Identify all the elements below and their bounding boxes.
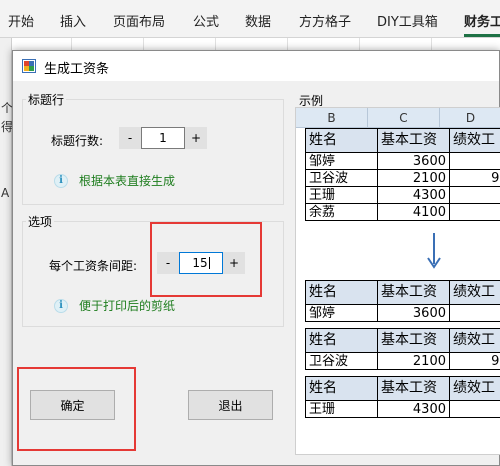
header-cell: 绩效工 [449, 128, 500, 153]
performance-cell: 9 [449, 400, 500, 418]
ribbon-tab-home[interactable]: 开始 [8, 11, 34, 30]
arrow-down-icon [427, 233, 441, 269]
table-header-row: 姓名 基本工资 绩效工 [305, 376, 500, 401]
name-cell: 邹婷 [305, 304, 378, 322]
base-salary-cell: 3600 [377, 304, 450, 322]
ribbon-tab-fangfang[interactable]: 方方格子 [299, 11, 351, 30]
name-cell: 王珊 [305, 400, 378, 418]
example-payslip: 姓名 基本工资 绩效工 邹婷 3600 5 [305, 280, 500, 322]
name-cell: 余荔 [305, 203, 378, 221]
header-cell: 姓名 [305, 128, 378, 153]
excel-ribbon-tabs: 开始 插入 页面布局 公式 数据 方方格子 DIY工具箱 财务工 [0, 0, 500, 38]
base-salary-cell: 2100 [377, 169, 450, 187]
ribbon-tab-formulas[interactable]: 公式 [193, 11, 219, 30]
example-payslip: 姓名 基本工资 绩效工 王珊 4300 9 [305, 376, 500, 418]
table-header-row: 姓名 基本工资 绩效工 [305, 280, 500, 305]
example-source-table: 姓名 基本工资 绩效工 邹婷 3600 5 卫谷波 2100 974 王珊 43… [305, 128, 500, 221]
highlight-box-confirm [17, 367, 136, 451]
dialog-titlebar[interactable]: 生成工资条 [13, 51, 499, 81]
table-row: 余荔 4100 6 [305, 203, 500, 221]
performance-cell: 6 [449, 203, 500, 221]
spacing-hint: i 便于打印后的剪纸 [54, 297, 175, 314]
table-header-row: 姓名 基本工资 绩效工 [305, 128, 500, 153]
title-rows-input[interactable]: 1 [141, 127, 185, 149]
dialog-title: 生成工资条 [44, 62, 110, 77]
header-cell: 姓名 [305, 376, 378, 401]
info-icon: i [54, 298, 68, 313]
performance-cell: 5 [449, 304, 500, 322]
title-rows-stepper: - 1 + [119, 127, 207, 149]
title-rows-hint: i 根据本表直接生成 [54, 172, 175, 189]
ribbon-tab-page-layout[interactable]: 页面布局 [113, 11, 165, 30]
performance-cell: 5 [449, 152, 500, 170]
generate-payslip-dialog: 生成工资条 标题行 标题行数: - 1 + i 根据本表直接生成 选项 每个工资… [12, 50, 500, 466]
ribbon-tab-finance[interactable]: 财务工 [464, 11, 500, 30]
options-legend: 选项 [28, 215, 53, 229]
info-icon: i [54, 173, 68, 188]
header-cell: 绩效工 [449, 280, 500, 305]
name-cell: 卫谷波 [305, 169, 378, 187]
title-rows-increment-button[interactable]: + [185, 127, 207, 149]
active-tab-indicator [464, 34, 500, 37]
name-cell: 卫谷波 [305, 352, 378, 370]
column-header: B [296, 108, 368, 128]
base-salary-cell: 4100 [377, 203, 450, 221]
table-row: 王珊 4300 9 [305, 400, 500, 418]
performance-cell: 9 [449, 186, 500, 204]
column-header: D [440, 108, 500, 128]
background-column-label: A [1, 186, 10, 200]
base-salary-cell: 2100 [377, 352, 450, 370]
base-salary-cell: 4300 [377, 186, 450, 204]
performance-cell: 974 [449, 169, 500, 187]
header-cell: 姓名 [305, 280, 378, 305]
exit-button[interactable]: 退出 [188, 390, 273, 420]
base-salary-cell: 4300 [377, 400, 450, 418]
header-cell: 基本工资 [377, 328, 450, 353]
ribbon-tab-diy-toolbox[interactable]: DIY工具箱 [377, 11, 438, 30]
name-cell: 邹婷 [305, 152, 378, 170]
column-header: C [368, 108, 440, 128]
table-header-row: 姓名 基本工资 绩效工 [305, 328, 500, 353]
base-salary-cell: 3600 [377, 152, 450, 170]
header-cell: 绩效工 [449, 376, 500, 401]
highlight-box-spacing [150, 222, 262, 297]
spacing-label: 每个工资条间距: [49, 259, 138, 273]
table-row: 王珊 4300 9 [305, 186, 500, 204]
table-row: 邹婷 3600 5 [305, 152, 500, 170]
header-cell: 绩效工 [449, 328, 500, 353]
title-rows-legend: 标题行 [28, 93, 65, 107]
header-cell: 姓名 [305, 328, 378, 353]
header-cell: 基本工资 [377, 280, 450, 305]
table-row: 卫谷波 2100 974 [305, 352, 500, 370]
app-icon [22, 59, 36, 73]
title-rows-label: 标题行数: [51, 134, 104, 148]
header-cell: 基本工资 [377, 376, 450, 401]
spacing-hint-text: 便于打印后的剪纸 [79, 299, 176, 313]
example-preview: B C D 姓名 基本工资 绩效工 邹婷 3600 5 卫谷波 2100 974 [295, 107, 500, 455]
example-payslip: 姓名 基本工资 绩效工 卫谷波 2100 974 [305, 328, 500, 370]
title-rows-decrement-button[interactable]: - [119, 127, 141, 149]
header-cell: 基本工资 [377, 128, 450, 153]
ribbon-tab-data[interactable]: 数据 [245, 11, 271, 30]
title-rows-hint-text: 根据本表直接生成 [79, 174, 176, 188]
example-column-headers: B C D [296, 108, 500, 128]
ribbon-tab-insert[interactable]: 插入 [60, 11, 86, 30]
performance-cell: 974 [449, 352, 500, 370]
table-row: 卫谷波 2100 974 [305, 169, 500, 187]
table-row: 邹婷 3600 5 [305, 304, 500, 322]
name-cell: 王珊 [305, 186, 378, 204]
